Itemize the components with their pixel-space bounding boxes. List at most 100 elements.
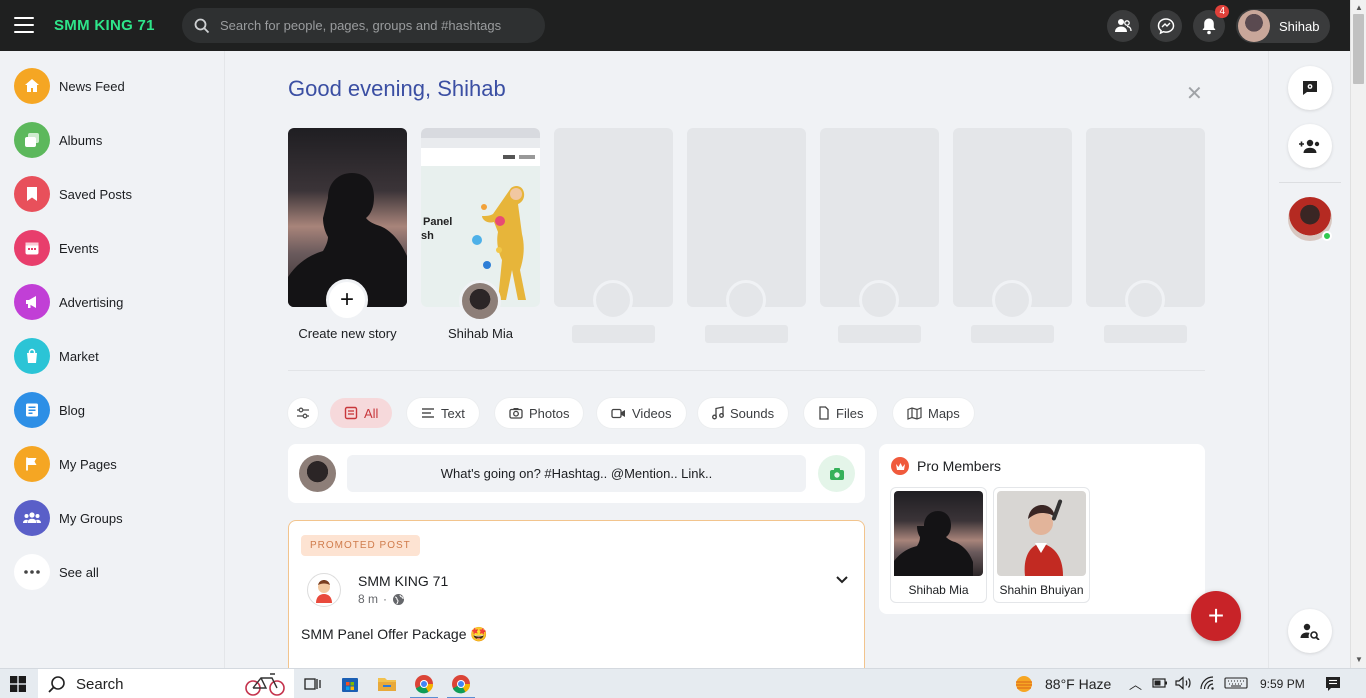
page-settings-button[interactable] (1288, 66, 1332, 110)
sidebar-item-label: Blog (59, 402, 86, 418)
music-note-icon (712, 406, 724, 420)
sidebar-item-news-feed[interactable]: News Feed (14, 68, 125, 104)
megaphone-icon (14, 284, 50, 320)
promoted-badge: PROMOTED POST (301, 535, 420, 556)
taskbar-search[interactable]: Search (38, 669, 294, 698)
pro-members-card: Pro Members Shihab Mia Shahin Bhuiyan (879, 444, 1205, 614)
close-icon[interactable]: ✕ (1186, 84, 1203, 104)
story-placeholder-label (705, 325, 788, 343)
windows-start-icon[interactable] (10, 676, 26, 695)
scroll-down-arrow-icon[interactable]: ▼ (1355, 655, 1363, 664)
sidebar-item-label: News Feed (59, 78, 125, 94)
sidebar-item-albums[interactable]: Albums (14, 122, 102, 158)
divider (288, 370, 1205, 371)
add-photo-button[interactable] (818, 455, 855, 492)
post-author-avatar[interactable] (307, 573, 341, 607)
text-lines-icon (422, 408, 434, 418)
story-avatar (459, 280, 501, 322)
sidebar-item-blog[interactable]: Blog (14, 392, 85, 428)
filter-settings-button[interactable] (288, 398, 318, 428)
chrome-app-icon[interactable] (407, 672, 441, 698)
filter-sounds[interactable]: Sounds (698, 398, 789, 428)
notification-badge: 4 (1215, 5, 1229, 18)
add-friend-button[interactable] (1288, 124, 1332, 168)
notification-center-icon[interactable] (1325, 676, 1341, 695)
story-text: sh (421, 230, 434, 242)
sidebar-item-events[interactable]: Events (14, 230, 99, 266)
calendar-icon (14, 230, 50, 266)
user-menu[interactable]: Shihab (1236, 9, 1330, 43)
map-icon (907, 406, 922, 420)
pro-member-card[interactable]: Shahin Bhuiyan (993, 487, 1090, 603)
find-friends-button[interactable] (1288, 609, 1332, 653)
task-view-icon[interactable] (296, 672, 330, 696)
scrollbar-thumb[interactable] (1353, 14, 1364, 84)
person-search-icon (1300, 623, 1320, 640)
filter-label: Photos (529, 405, 570, 421)
page-scrollbar[interactable]: ▲ ▼ (1350, 0, 1366, 668)
post-composer: What's going on? #Hashtag.. @Mention.. L… (288, 444, 865, 503)
search-bar[interactable] (182, 8, 545, 43)
sidebar-item-saved-posts[interactable]: Saved Posts (14, 176, 132, 212)
pro-members-header: Pro Members (891, 457, 1001, 475)
post-author-name[interactable]: SMM KING 71 (358, 573, 448, 589)
keyboard-icon[interactable] (1224, 677, 1248, 692)
filter-photos[interactable]: Photos (495, 398, 584, 428)
filter-maps[interactable]: Maps (893, 398, 974, 428)
friends-icon[interactable] (1107, 10, 1139, 42)
file-explorer-icon[interactable] (370, 672, 404, 696)
weather-sun-icon[interactable] (1013, 673, 1035, 698)
story-placeholder-avatar (992, 280, 1032, 320)
filter-text[interactable]: Text (407, 398, 479, 428)
filter-label: Files (836, 405, 864, 421)
create-post-fab-button[interactable]: + (1191, 591, 1241, 641)
store-app-icon[interactable] (333, 672, 367, 696)
chevron-up-icon[interactable]: ︿ (1129, 674, 1142, 693)
sliders-icon (297, 407, 309, 419)
search-input[interactable] (220, 18, 530, 33)
messages-icon[interactable] (1150, 10, 1182, 42)
notifications-icon[interactable]: 4 (1193, 5, 1229, 42)
battery-icon[interactable] (1152, 677, 1168, 692)
pro-member-card[interactable]: Shihab Mia (890, 487, 987, 603)
promoted-post: PROMOTED POST SMM KING 71 8 m · SMM Pane… (288, 520, 865, 680)
site-logo[interactable]: SMM KING 71 (54, 17, 155, 34)
filter-all[interactable]: All (330, 398, 393, 428)
scroll-up-arrow-icon[interactable]: ▲ (1355, 3, 1363, 12)
volume-icon[interactable] (1175, 676, 1193, 693)
clock-time[interactable]: 9:59 PM (1260, 677, 1305, 691)
story-label: Create new story (298, 326, 397, 341)
filter-videos[interactable]: Videos (597, 398, 686, 428)
story-label: Shihab Mia (447, 326, 514, 341)
wifi-icon[interactable] (1200, 676, 1218, 693)
filter-files[interactable]: Files (804, 398, 878, 428)
meta-separator: · (383, 592, 388, 606)
greeting-heading: Good evening, Shihab (288, 76, 506, 101)
sidebar-item-advertising[interactable]: Advertising (14, 284, 123, 320)
windows-taskbar: Search 88°F Haze ︿ 9:59 PM (0, 668, 1366, 698)
sidebar-item-see-all[interactable]: See all (14, 554, 99, 590)
chrome-profile-app-icon[interactable] (444, 672, 478, 698)
sidebar-item-my-pages[interactable]: My Pages (14, 446, 117, 482)
bicycle-icon (245, 673, 285, 696)
menu-icon[interactable] (14, 17, 34, 33)
post-time[interactable]: 8 m (358, 592, 378, 606)
taskbar-search-label: Search (76, 675, 124, 693)
story-placeholder-avatar (726, 280, 766, 320)
divider (1279, 182, 1341, 183)
filter-label: Videos (632, 405, 672, 421)
composer-input[interactable]: What's going on? #Hashtag.. @Mention.. L… (347, 455, 806, 492)
weather-text[interactable]: 88°F Haze (1045, 676, 1111, 692)
post-options-chevron-icon[interactable] (835, 573, 849, 588)
story-placeholder-label (838, 325, 921, 343)
story-placeholder-label (971, 325, 1054, 343)
filter-label: Maps (928, 405, 960, 421)
add-story-button[interactable]: + (326, 279, 368, 321)
home-icon (14, 68, 50, 104)
sidebar-item-market[interactable]: Market (14, 338, 99, 374)
add-people-icon (1299, 139, 1320, 153)
sidebar-item-label: Market (59, 348, 99, 364)
sidebar-item-label: Albums (59, 132, 103, 148)
sidebar-item-my-groups[interactable]: My Groups (14, 500, 123, 536)
video-icon (611, 408, 625, 418)
